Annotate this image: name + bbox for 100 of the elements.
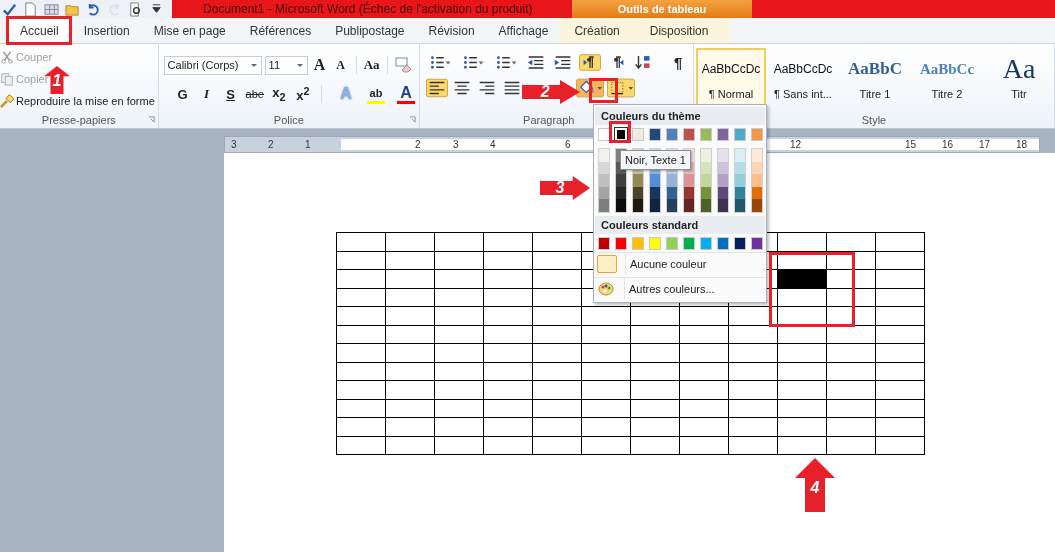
table-cell[interactable]: [679, 380, 729, 399]
table-cell[interactable]: [728, 417, 778, 436]
table-cell[interactable]: [434, 251, 484, 270]
color-swatch[interactable]: [650, 174, 660, 187]
ribbon-tab[interactable]: Références: [238, 18, 323, 43]
color-swatch[interactable]: [701, 186, 711, 199]
table-cell[interactable]: [777, 343, 827, 362]
color-swatch[interactable]: [667, 199, 677, 212]
new-document-icon[interactable]: [23, 1, 38, 17]
table-cell[interactable]: [826, 325, 876, 344]
format-button[interactable]: I: [197, 86, 216, 102]
color-swatch[interactable]: [684, 186, 694, 199]
change-case-button[interactable]: Aa: [362, 57, 381, 73]
color-swatch[interactable]: [599, 174, 609, 187]
color-swatch[interactable]: [683, 236, 695, 250]
color-swatch[interactable]: [598, 128, 610, 141]
table-cell[interactable]: [581, 343, 631, 362]
table-cell[interactable]: [336, 343, 386, 362]
table-cell[interactable]: [875, 436, 925, 455]
table-cell[interactable]: [483, 325, 533, 344]
table-cell[interactable]: [385, 306, 435, 325]
table-cell[interactable]: [777, 417, 827, 436]
spelling-check-icon[interactable]: [2, 1, 17, 17]
table-cell[interactable]: [434, 306, 484, 325]
table-cell[interactable]: [532, 362, 582, 381]
color-swatch[interactable]: [718, 149, 728, 162]
color-swatch[interactable]: [667, 174, 677, 187]
clipboard-button[interactable]: Reproduire la mise en forme: [0, 92, 155, 110]
table-cell[interactable]: [728, 362, 778, 381]
table-cell[interactable]: [875, 399, 925, 418]
dialog-launcher-icon[interactable]: [147, 116, 155, 123]
ribbon-tab[interactable]: Affichage: [487, 18, 560, 43]
color-swatch[interactable]: [683, 128, 696, 141]
table-cell[interactable]: [532, 399, 582, 418]
table-cell[interactable]: [336, 269, 386, 288]
table-cell[interactable]: [385, 343, 435, 362]
table-cell[interactable]: [826, 269, 876, 288]
font-name-field[interactable]: Calibri (Corps): [163, 55, 262, 75]
color-swatch[interactable]: [751, 236, 763, 250]
highlight-button[interactable]: ab: [366, 84, 385, 104]
table-cell[interactable]: [630, 380, 680, 399]
table-cell[interactable]: [483, 288, 533, 307]
table-cell[interactable]: [826, 399, 876, 418]
table-cell[interactable]: [728, 325, 778, 344]
table-cell[interactable]: [728, 343, 778, 362]
color-swatch[interactable]: [616, 186, 626, 199]
table-cell[interactable]: [336, 325, 386, 344]
table-cell[interactable]: [434, 325, 484, 344]
table-cell[interactable]: [679, 306, 729, 325]
table-cell[interactable]: [385, 269, 435, 288]
table-cell[interactable]: [875, 306, 925, 325]
color-swatch[interactable]: [616, 199, 626, 212]
color-swatch[interactable]: [701, 161, 711, 174]
menu-item[interactable]: Autres couleurs...: [624, 277, 715, 300]
show-marks-button[interactable]: ¶: [668, 52, 689, 72]
color-swatch[interactable]: [700, 236, 712, 250]
color-swatch[interactable]: [718, 161, 728, 174]
color-swatch[interactable]: [598, 236, 610, 250]
color-swatch[interactable]: [684, 199, 694, 212]
table-cell[interactable]: [875, 251, 925, 270]
table-cell[interactable]: [679, 325, 729, 344]
table-cell[interactable]: [483, 362, 533, 381]
dialog-launcher-icon[interactable]: [409, 116, 417, 123]
format-button[interactable]: abe: [245, 88, 264, 100]
color-swatch[interactable]: [649, 128, 662, 141]
color-swatch[interactable]: [717, 236, 729, 250]
color-swatch[interactable]: [632, 236, 644, 250]
color-swatch[interactable]: [599, 161, 609, 174]
table-cell[interactable]: [630, 399, 680, 418]
eraser-icon[interactable]: [393, 56, 412, 74]
table-cell[interactable]: [826, 362, 876, 381]
table-cell[interactable]: [630, 417, 680, 436]
table-cell[interactable]: [875, 325, 925, 344]
table-cell[interactable]: [385, 380, 435, 399]
color-swatch[interactable]: [633, 174, 643, 187]
print-preview-icon[interactable]: [128, 1, 143, 17]
table-cell[interactable]: [630, 325, 680, 344]
table-cell[interactable]: [728, 306, 778, 325]
table-cell[interactable]: [434, 436, 484, 455]
table-cell[interactable]: [483, 436, 533, 455]
table-cell[interactable]: [777, 399, 827, 418]
table-cell[interactable]: [630, 306, 680, 325]
table-cell[interactable]: [679, 417, 729, 436]
format-button[interactable]: S: [221, 86, 240, 102]
color-swatch[interactable]: [650, 199, 660, 212]
color-swatch[interactable]: [666, 128, 679, 141]
table-cell[interactable]: [336, 251, 386, 270]
table-cell[interactable]: [385, 417, 435, 436]
table-cell[interactable]: [483, 251, 533, 270]
table-cell[interactable]: [826, 417, 876, 436]
table-cell[interactable]: [581, 417, 631, 436]
table-cell[interactable]: [728, 380, 778, 399]
table-cell[interactable]: [630, 362, 680, 381]
table-cell[interactable]: [336, 232, 386, 251]
color-swatch[interactable]: [599, 149, 609, 162]
table-cell[interactable]: [679, 362, 729, 381]
color-swatch[interactable]: [752, 199, 762, 212]
color-swatch[interactable]: [752, 149, 762, 162]
table-cell[interactable]: [875, 417, 925, 436]
table-cell[interactable]: [777, 325, 827, 344]
